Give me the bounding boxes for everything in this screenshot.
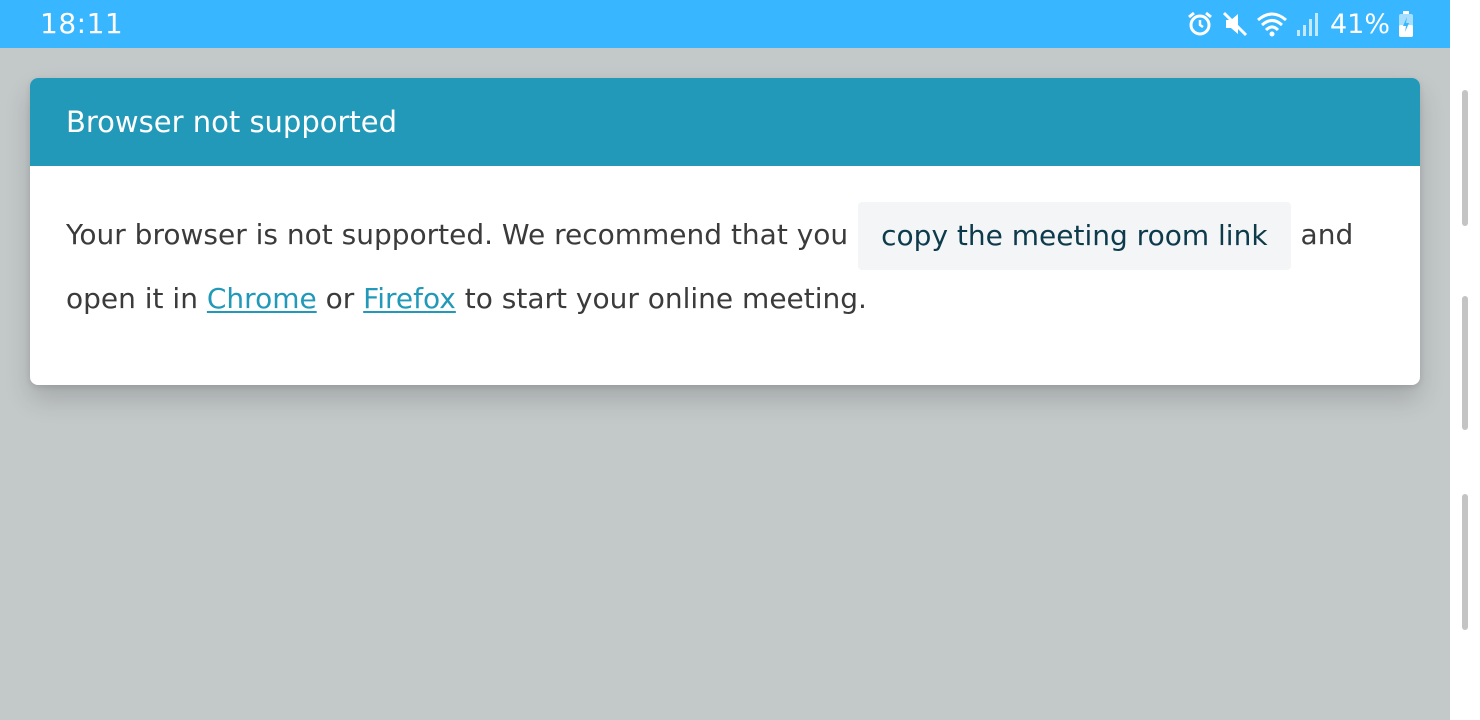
signal-icon: [1296, 10, 1320, 38]
message-line-1: Your browser is not supported. We recomm…: [66, 202, 1384, 270]
scrollbar-thumb-middle[interactable]: [1462, 296, 1468, 430]
scrollbar-thumb-top[interactable]: [1462, 90, 1468, 226]
message-text-5: to start your online meeting.: [464, 282, 867, 315]
battery-percentage: 41%: [1329, 8, 1390, 40]
alarm-icon: [1186, 10, 1214, 38]
chrome-link[interactable]: Chrome: [207, 282, 317, 315]
copy-meeting-link-button[interactable]: copy the meeting room link: [858, 202, 1291, 270]
mute-icon: [1222, 10, 1248, 38]
clock-time: 18:11: [40, 7, 124, 40]
dialog-header: Browser not supported: [30, 78, 1420, 166]
dialog-title: Browser not supported: [66, 105, 398, 139]
message-line-2: open it in Chrome or Firefox to start yo…: [66, 270, 1384, 328]
status-bar: 18:11 41%: [0, 0, 1450, 48]
battery-charging-icon: [1398, 10, 1414, 38]
message-text-4: or: [325, 282, 355, 315]
scrollbar-thumb-bottom[interactable]: [1462, 494, 1468, 630]
message-text-2: and: [1300, 218, 1354, 251]
browser-not-supported-dialog: Browser not supported Your browser is no…: [30, 78, 1420, 385]
dialog-body: Your browser is not supported. We recomm…: [30, 166, 1420, 328]
message-text-1: Your browser is not supported. We recomm…: [66, 218, 849, 251]
firefox-link[interactable]: Firefox: [363, 282, 456, 315]
status-icons: 41%: [1186, 8, 1414, 40]
message-text-3: open it in: [66, 282, 198, 315]
wifi-icon: [1256, 10, 1288, 38]
